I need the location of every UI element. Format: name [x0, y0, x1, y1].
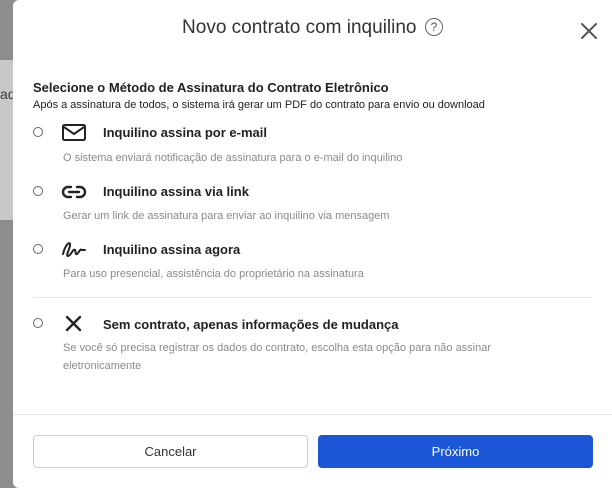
signature-icon — [62, 242, 86, 257]
close-icon[interactable] — [580, 22, 598, 40]
new-contract-modal: Novo contrato com inquilino ? Selecione … — [13, 0, 612, 488]
radio-sign-now[interactable] — [33, 244, 43, 254]
next-button[interactable]: Próximo — [318, 435, 593, 468]
option-label: Sem contrato, apenas informações de muda… — [103, 317, 399, 332]
option-label: Inquilino assina por e-mail — [103, 125, 267, 140]
cancel-button[interactable]: Cancelar — [33, 435, 308, 468]
option-label: Inquilino assina agora — [103, 242, 241, 257]
footer-divider — [13, 414, 612, 415]
option-description: Se você só precisa registrar os dados do… — [63, 342, 492, 372]
modal-title-wrap: Novo contrato com inquilino ? — [13, 17, 612, 39]
options-divider — [33, 297, 592, 298]
link-icon — [61, 185, 87, 199]
radio-link[interactable] — [33, 186, 43, 196]
background-panel — [0, 60, 14, 220]
modal-title: Novo contrato com inquilino — [182, 17, 417, 38]
option-description: Para uso presencial, assistência do prop… — [63, 268, 364, 280]
help-icon[interactable]: ? — [424, 18, 443, 36]
section-subtitle: Após a assinatura de todos, o sistema ir… — [33, 99, 485, 111]
x-icon — [65, 315, 82, 332]
modal-header: Novo contrato com inquilino ? — [13, 0, 612, 58]
option-description: Gerar um link de assinatura para enviar … — [63, 210, 390, 222]
section-title: Selecione o Método de Assinatura do Cont… — [33, 80, 389, 95]
option-label: Inquilino assina via link — [103, 184, 249, 199]
radio-email[interactable] — [33, 127, 43, 137]
radio-no-contract[interactable] — [33, 318, 43, 328]
option-description: O sistema enviará notificação de assinat… — [63, 152, 403, 164]
envelope-icon — [62, 124, 86, 141]
